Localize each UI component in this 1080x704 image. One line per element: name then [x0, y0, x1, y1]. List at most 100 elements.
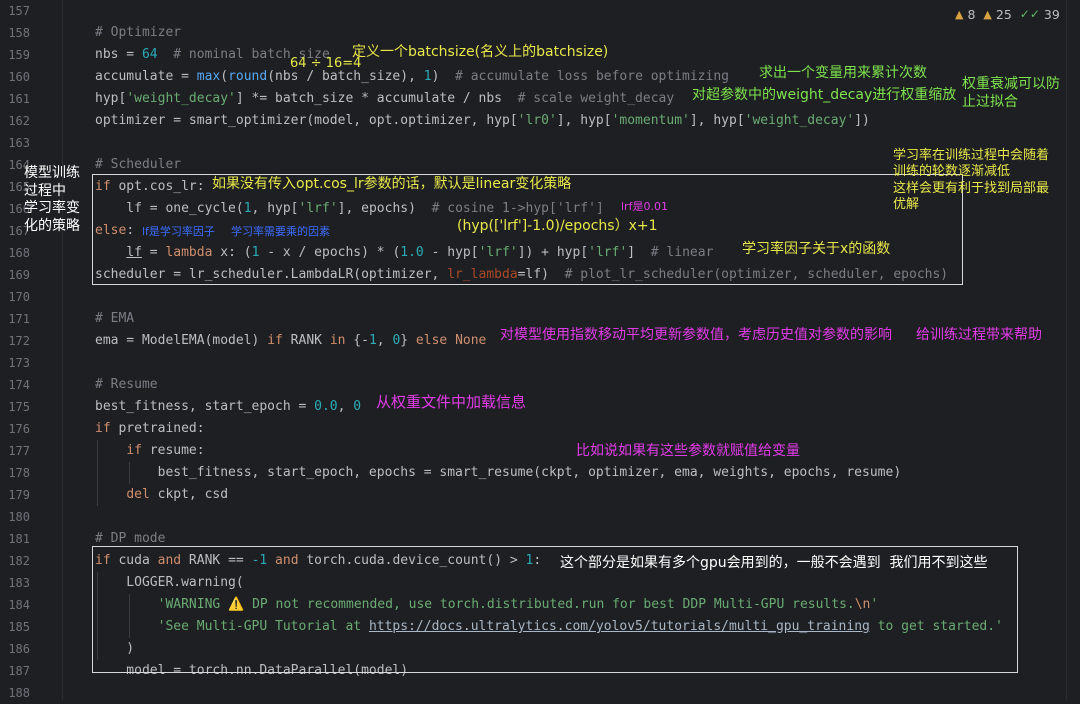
- annotation-lr-strategy: 模型训练 过程中 学习率变 化的策略: [24, 165, 80, 234]
- code-line[interactable]: best_fitness, start_epoch, epochs = smar…: [95, 462, 902, 484]
- line-number: 171: [8, 312, 30, 326]
- builtin-function: max: [196, 69, 221, 84]
- code-editor[interactable]: 157 158 159 160 161 162 163 164 165 166 …: [0, 0, 1080, 700]
- line-number: 160: [8, 70, 30, 84]
- keyword: if: [95, 421, 111, 436]
- warning-icon: ▲: [955, 7, 964, 21]
- string-literal: 'weight_decay': [126, 91, 236, 106]
- code-line[interactable]: ema = ModelEMA(model) if RANK in {-1, 0}…: [95, 330, 486, 352]
- annotation-division-hint: 64 ÷ 16=4: [290, 56, 362, 71]
- annotation-lr-factor-func: 学习率因子关于x的函数: [742, 241, 891, 257]
- code-text: ema = ModelEMA(model): [95, 333, 268, 348]
- line-number: 168: [8, 246, 30, 260]
- code-line[interactable]: # Scheduler: [95, 154, 181, 176]
- line-number: 183: [8, 576, 30, 590]
- keyword: del: [126, 487, 150, 502]
- line-number: 170: [8, 290, 30, 304]
- string-literal: 'lr0': [517, 113, 557, 128]
- code-line[interactable]: hyp['weight_decay'] *= batch_size * accu…: [95, 88, 674, 110]
- builtin-function: round: [228, 69, 268, 84]
- code-line[interactable]: if resume:: [95, 440, 205, 462]
- annotation-resume-load: 从权重文件中加载信息: [376, 393, 527, 411]
- line-number: 177: [8, 444, 30, 458]
- annotation-lr-multiplier: 学习率需要乘的因素: [231, 225, 330, 238]
- code-line[interactable]: best_fitness, start_epoch = 0.0, 0: [95, 396, 361, 418]
- comment: # Optimizer: [95, 25, 182, 40]
- code-text: pretrained:: [110, 421, 205, 436]
- line-number: 162: [8, 114, 30, 128]
- code-text: ]): [854, 113, 870, 128]
- annotation-ema-help: 给训练过程带来帮助: [916, 327, 1042, 343]
- line-number: 188: [8, 686, 30, 700]
- line-number: 180: [8, 510, 30, 524]
- warning-count: 8: [967, 6, 976, 22]
- comment: # EMA: [95, 311, 135, 326]
- annotation-lrf-value: lrf是0.01: [621, 200, 668, 213]
- vertical-scrollbar[interactable]: [1066, 0, 1075, 700]
- line-number: 174: [8, 378, 30, 392]
- code-line[interactable]: accumulate = max(round(nbs / batch_size)…: [95, 66, 729, 88]
- line-number-gutter: 157 158 159 160 161 162 163 164 165 166 …: [0, 0, 63, 700]
- code-text: optimizer = smart_optimizer(model, opt.o…: [95, 113, 518, 128]
- code-text: ] *= batch_size * accumulate / nbs: [235, 91, 502, 106]
- number-literal: 1: [423, 69, 432, 84]
- comment: # scale weight_decay: [502, 91, 675, 106]
- comment: # DP mode: [95, 531, 166, 546]
- code-line[interactable]: # EMA: [95, 308, 134, 330]
- code-text: best_fitness, start_epoch =: [95, 399, 315, 414]
- annotation-formula: (hyp(['lrf']-1.0)/epochs）x+1: [457, 218, 658, 234]
- code-text: {-: [345, 333, 369, 348]
- line-number: 172: [8, 334, 30, 348]
- comment: # Scheduler: [95, 157, 182, 172]
- line-number: 184: [8, 598, 30, 612]
- line-number: 178: [8, 466, 30, 480]
- line-number: 163: [8, 136, 30, 150]
- line-number: 158: [8, 26, 30, 40]
- inspection-widget[interactable]: ▲ 8 ▲ 25 ✓✓ 39: [955, 5, 1060, 23]
- annotation-weight-decay: 对超参数中的weight_decay进行权重缩放: [692, 87, 957, 103]
- code-line[interactable]: del ckpt, csd: [95, 484, 228, 506]
- number-literal: 0: [353, 399, 362, 414]
- code-line[interactable]: # Resume: [95, 374, 158, 396]
- code-text: ,: [337, 399, 354, 414]
- string-literal: 'momentum': [611, 113, 690, 128]
- code-text: }: [400, 333, 416, 348]
- annotation-dp-mode: 这个部分是如果有多个gpu会用到的，一般不会遇到 我们用不到这些: [560, 555, 988, 571]
- code-text: resume:: [141, 443, 205, 458]
- line-number: 157: [8, 4, 30, 18]
- line-number: 185: [8, 620, 30, 634]
- keyword: None: [455, 333, 487, 348]
- annotation-weight-decay-purpose: 权重衰减可以防 止过拟合: [962, 76, 1060, 110]
- code-text: RANK: [282, 333, 330, 348]
- comment: # accumulate loss before optimizing: [439, 69, 729, 84]
- line-number: 173: [8, 356, 30, 370]
- line-number: 179: [8, 488, 30, 502]
- keyword: if: [267, 333, 283, 348]
- annotation-lf-factor: lf是学习率因子: [142, 225, 215, 238]
- annotation-cos-lr: 如果没有传入opt.cos_lr参数的话，默认是linear变化策略: [212, 176, 572, 192]
- ok-count: 39: [1043, 6, 1060, 22]
- line-number: 169: [8, 268, 30, 282]
- code-text: best_fitness, start_epoch, epochs = smar…: [95, 465, 902, 480]
- line-number: 176: [8, 422, 30, 436]
- code-line[interactable]: # Optimizer: [95, 22, 181, 44]
- keyword: in: [329, 333, 346, 348]
- code-line[interactable]: if pretrained:: [95, 418, 205, 440]
- line-number: 175: [8, 400, 30, 414]
- keyword: if: [126, 443, 142, 458]
- code-text: ckpt, csd: [149, 487, 229, 502]
- annotation-batchsize-def: 定义一个batchsize(名义上的batchsize): [352, 44, 609, 60]
- annotation-accumulate: 求出一个变量用来累计次数: [759, 65, 927, 81]
- string-literal: 'weight_decay': [744, 113, 855, 128]
- line-number: 187: [8, 664, 30, 678]
- number-literal: 1: [368, 333, 377, 348]
- code-line[interactable]: optimizer = smart_optimizer(model, opt.o…: [95, 110, 870, 132]
- annotation-resume-assign: 比如说如果有这些参数就赋值给变量: [576, 443, 800, 459]
- line-number: 181: [8, 532, 30, 546]
- double-check-icon: ✓✓: [1019, 7, 1040, 21]
- comment: # Resume: [95, 377, 158, 392]
- weak-warning-icon: ▲: [983, 7, 992, 21]
